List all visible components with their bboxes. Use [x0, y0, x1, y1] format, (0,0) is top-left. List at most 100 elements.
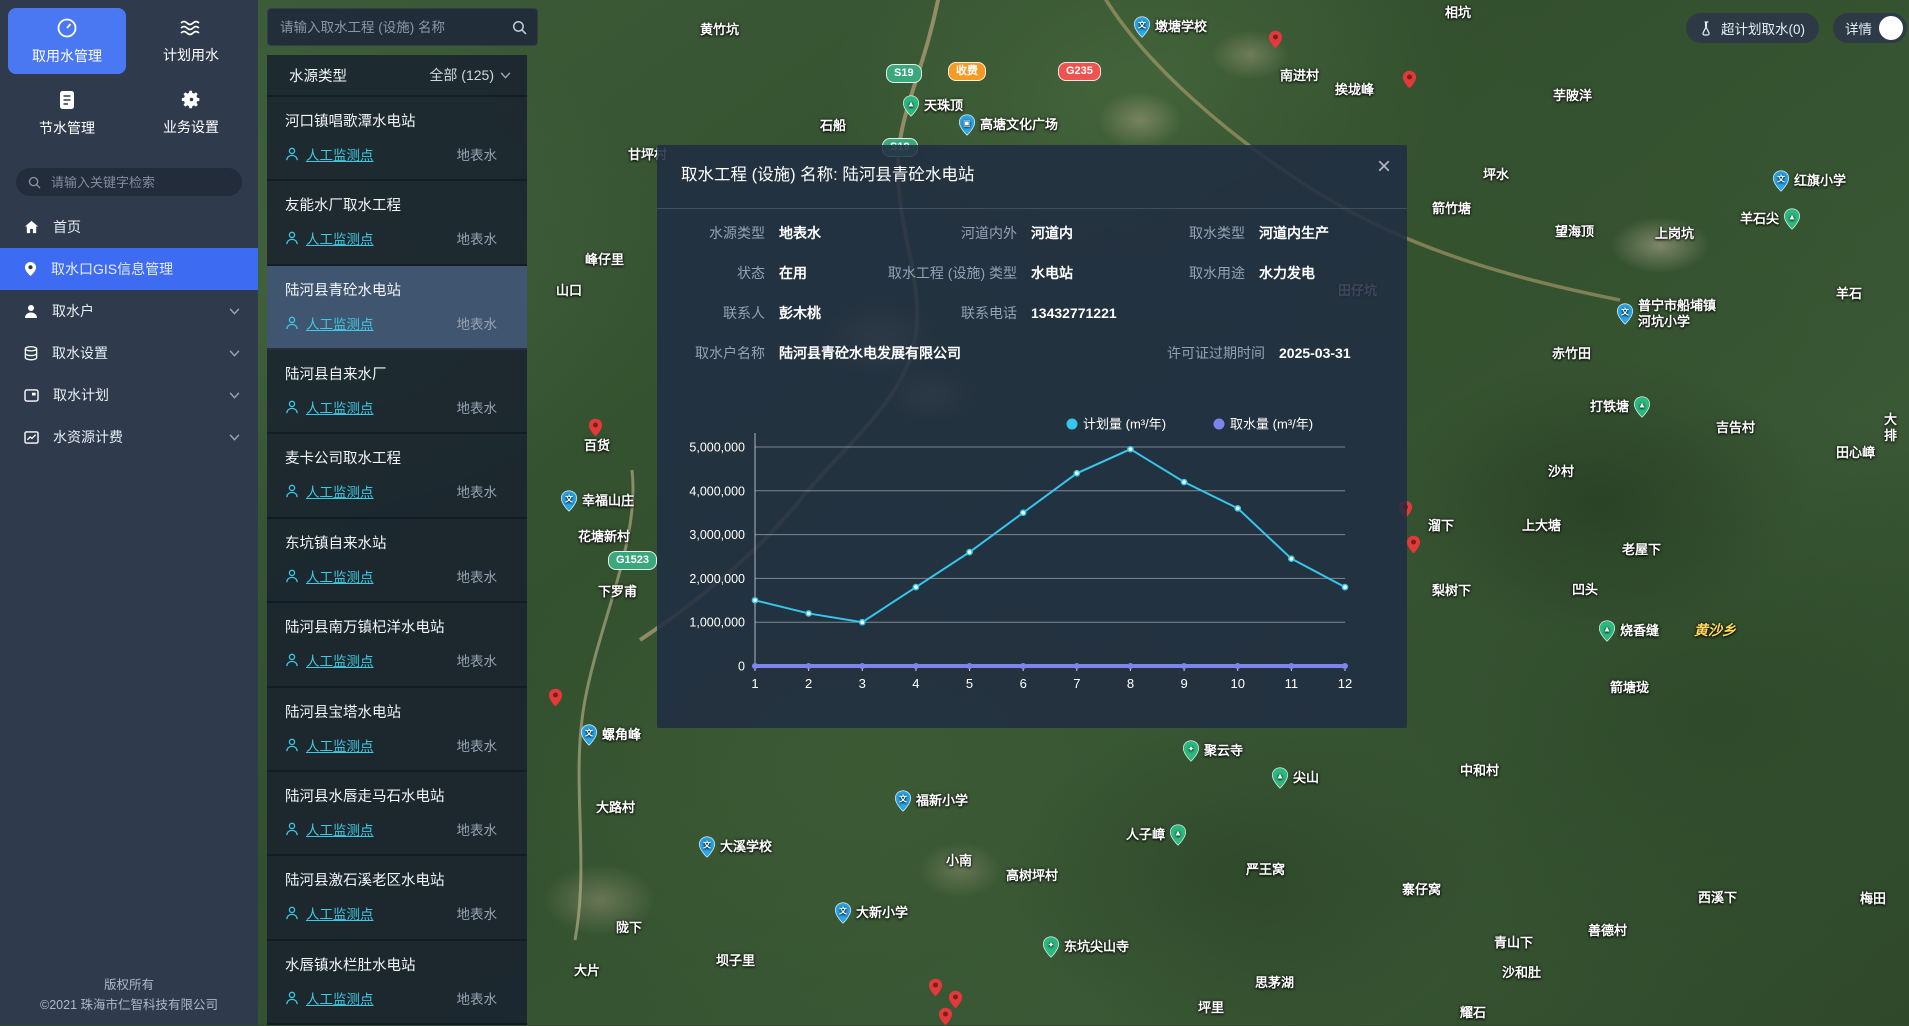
module-tile-0[interactable]: 取用水管理 — [8, 8, 126, 74]
person-icon — [285, 822, 299, 836]
station-search[interactable] — [267, 8, 538, 46]
document-icon — [57, 89, 77, 111]
field-value: 水力发电 — [1259, 263, 1315, 283]
map-label-temple: ✦聚云寺 — [1182, 740, 1243, 762]
mountain-pin-icon: ▲ — [1783, 208, 1801, 230]
filter-dropdown[interactable]: 全部 (125) — [429, 65, 511, 85]
over-plan-alert-button[interactable]: 超计划取水(0) — [1686, 13, 1819, 43]
detail-toggle[interactable]: 详情 — [1833, 13, 1907, 43]
field-label: 河道内外 — [867, 223, 1017, 243]
map-label-town: 老屋下 — [1622, 542, 1661, 558]
svg-text:▲: ▲ — [1276, 771, 1284, 780]
map-label-text: 凹头 — [1572, 582, 1598, 598]
map-label-text: 高树坪村 — [1006, 868, 1058, 884]
map-label-town: 大片 — [574, 963, 600, 979]
monitor-type-link[interactable]: 人工监测点 — [306, 397, 457, 417]
chevron-down-icon[interactable] — [229, 350, 240, 357]
module-tile-3[interactable]: 业务设置 — [132, 80, 250, 146]
mountain-pin-icon: ▲ — [1271, 767, 1289, 789]
monitor-type-link[interactable]: 人工监测点 — [306, 313, 457, 333]
sidebar-item-4[interactable]: 取水计划 — [0, 374, 258, 416]
close-icon[interactable]: × — [1377, 155, 1391, 179]
map-label-text: 大片 — [574, 963, 600, 979]
svg-text:文: 文 — [1621, 307, 1630, 317]
station-search-input[interactable] — [278, 19, 512, 36]
station-list-item-0[interactable]: 河口镇唱歌潭水电站人工监测点地表水 — [267, 97, 527, 181]
user-icon — [24, 304, 38, 319]
monitor-type-link[interactable]: 人工监测点 — [306, 566, 457, 586]
map-label-text: 红旗小学 — [1794, 173, 1846, 189]
map-label-town: 山口 — [556, 283, 582, 299]
monitor-type-link[interactable]: 人工监测点 — [306, 735, 457, 755]
chevron-down-icon[interactable] — [229, 434, 240, 441]
sidebar-item-0[interactable]: 首页 — [0, 206, 258, 248]
monitor-type-link[interactable]: 人工监测点 — [306, 988, 457, 1008]
map-label-town: 箭塘珑 — [1610, 680, 1649, 696]
monitor-type-link[interactable]: 人工监测点 — [306, 481, 457, 501]
search-icon[interactable] — [512, 20, 527, 35]
sidebar-item-5[interactable]: 水资源计费 — [0, 416, 258, 458]
map-label-text: 芋陂洋 — [1553, 88, 1592, 104]
monitor-type-link[interactable]: 人工监测点 — [306, 228, 457, 248]
map-marker-red[interactable] — [588, 418, 603, 437]
station-list-item-9[interactable]: 陆河县激石溪老区水电站人工监测点地表水 — [267, 856, 527, 940]
filter-value: 全部 (125) — [429, 65, 494, 85]
station-name: 陆河县激石溪老区水电站 — [285, 869, 511, 890]
sidebar-search-input[interactable] — [49, 174, 230, 191]
station-list-item-2[interactable]: 陆河县青砼水电站人工监测点地表水 — [267, 266, 527, 350]
map-label-town: 相坑 — [1445, 5, 1471, 21]
chevron-down-icon[interactable] — [229, 392, 240, 399]
map-label-town: 羊石 — [1836, 286, 1862, 302]
monitor-type-link[interactable]: 人工监测点 — [306, 903, 457, 923]
map-label-town: 善德村 — [1588, 923, 1627, 939]
monitor-type-link[interactable]: 人工监测点 — [306, 650, 457, 670]
svg-text:9: 9 — [1180, 676, 1187, 691]
map-label-town: 梨树下 — [1432, 583, 1471, 599]
field-label: 取水用途 — [1127, 263, 1245, 283]
svg-text:5,000,000: 5,000,000 — [689, 441, 745, 455]
svg-text:文: 文 — [565, 493, 574, 503]
station-list-item-1[interactable]: 友能水厂取水工程人工监测点地表水 — [267, 181, 527, 265]
module-tile-1[interactable]: 计划用水 — [132, 8, 250, 74]
water-source-type: 地表水 — [457, 650, 498, 670]
sidebar-item-2[interactable]: 取水户 — [0, 290, 258, 332]
sidebar-item-3[interactable]: 取水设置 — [0, 332, 258, 374]
map-label-text: 上大塘 — [1522, 518, 1561, 534]
map-marker-red[interactable] — [1406, 535, 1421, 554]
map-marker-red[interactable] — [1268, 30, 1283, 49]
station-list-item-4[interactable]: 麦卡公司取水工程人工监测点地表水 — [267, 434, 527, 518]
monitor-type-link[interactable]: 人工监测点 — [306, 819, 457, 839]
map-label-text: 青山下 — [1494, 935, 1533, 951]
modal-field-row-1: 状态在用取水工程 (设施) 类型水电站取水用途水力发电 — [657, 253, 1407, 293]
station-list-item-10[interactable]: 水唇镇水栏肚水电站人工监测点地表水 — [267, 941, 527, 1025]
svg-text:计划量 (m³/年): 计划量 (m³/年) — [1083, 417, 1166, 432]
map-marker-red[interactable] — [928, 978, 943, 997]
module-tile-2[interactable]: 节水管理 — [8, 80, 126, 146]
station-list-item-7[interactable]: 陆河县宝塔水电站人工监测点地表水 — [267, 688, 527, 772]
map-marker-red[interactable] — [1402, 70, 1417, 89]
map-label-town: 沙村 — [1548, 464, 1574, 480]
map-label-town: 思茅湖 — [1255, 975, 1294, 991]
station-list-item-6[interactable]: 陆河县南万镇杞洋水电站人工监测点地表水 — [267, 603, 527, 687]
chevron-down-icon[interactable] — [229, 308, 240, 315]
svg-text:2: 2 — [805, 676, 812, 691]
station-list-item-5[interactable]: 东坑镇自来水站人工监测点地表水 — [267, 519, 527, 603]
sidebar-search[interactable] — [16, 168, 242, 196]
home-icon — [24, 220, 39, 234]
monitor-type-link[interactable]: 人工监测点 — [306, 144, 457, 164]
map-label-text: 黄竹坑 — [700, 22, 739, 38]
toggle-knob[interactable] — [1879, 16, 1903, 40]
map-marker-red[interactable] — [548, 688, 563, 707]
sidebar-item-1[interactable]: 取水口GIS信息管理 — [0, 248, 258, 290]
station-list-item-3[interactable]: 陆河县自来水厂人工监测点地表水 — [267, 350, 527, 434]
map-marker-red[interactable] — [938, 1007, 953, 1026]
map-label-text: 大排 — [1884, 412, 1909, 445]
map-label-text: 思茅湖 — [1255, 975, 1294, 991]
person-icon — [285, 653, 299, 667]
map-label-town: 箭竹塘 — [1432, 201, 1471, 217]
station-list-item-8[interactable]: 陆河县水唇走马石水电站人工监测点地表水 — [267, 772, 527, 856]
field-value: 水电站 — [1031, 263, 1073, 283]
mountain-pin-icon: ▲ — [1633, 396, 1651, 418]
sidebar-item-label: 取水口GIS信息管理 — [51, 259, 240, 279]
modal-field-row-3: 取水户名称陆河县青砼水电发展有限公司许可证过期时间2025-03-31 — [657, 333, 1407, 373]
